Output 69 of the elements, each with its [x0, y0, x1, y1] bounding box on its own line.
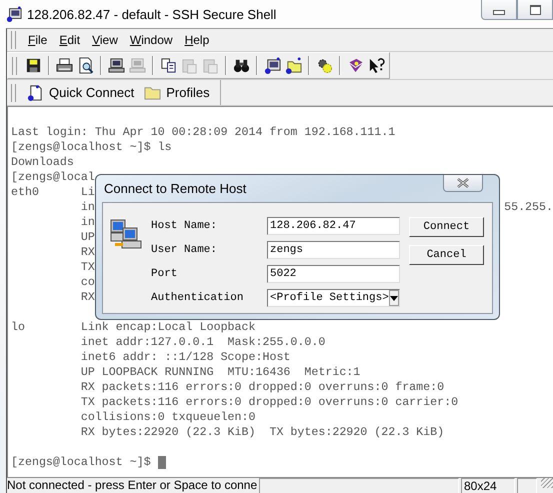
resize-grip-icon[interactable] — [541, 478, 553, 488]
menu-item[interactable]: Window — [124, 33, 179, 47]
app-icon — [6, 6, 22, 22]
menu-item[interactable]: Help — [178, 33, 216, 47]
field-label: Port — [151, 268, 178, 280]
terminal-line: inet addr:127.0.0.1 Mask:255.0.0.0 — [80, 335, 326, 350]
computer-icon — [108, 57, 125, 74]
grip-handle[interactable] — [11, 84, 16, 102]
menu-item[interactable]: File — [22, 33, 54, 47]
field-label: Host Name: — [151, 220, 218, 232]
terminal-line: collisions:0 txqueuelen:0 — [80, 410, 256, 425]
close-icon — [457, 178, 469, 188]
status-message: Not connected - press Enter or Space to conne — [7, 478, 258, 492]
grip-handle[interactable] — [12, 56, 17, 74]
dialog-button[interactable]: Connect — [409, 217, 484, 237]
terminal-line: TX packets:116 errors:0 dropped:0 overruns:0 carrier:0 — [80, 395, 458, 410]
computer-plus-icon — [264, 57, 281, 74]
terminal-line: 55.255. — [504, 200, 553, 215]
gears-icon — [316, 57, 333, 74]
terminal-line: inet6 addr: ::1/128 Scope:Host — [80, 350, 290, 365]
terminal-prompt: [zengs@localhost ~]$ — [11, 455, 152, 470]
terminal-line: lo Link encap:Local Loopback — [11, 320, 256, 335]
terminal-line: [zengs@localhost ~]$ ls — [11, 140, 172, 155]
input-field[interactable]: 5022 — [267, 265, 400, 283]
clipboard-icon — [181, 57, 198, 74]
toolbar-button[interactable] — [283, 55, 304, 76]
dialog-title: Connect to Remote Host — [103, 181, 246, 196]
minimize-button[interactable] — [481, 0, 517, 20]
window-title: 128.206.82.47 - default - SSH Secure Shell — [27, 6, 276, 22]
toolbar-button[interactable] — [262, 55, 283, 76]
terminal-line: RX packets:116 errors:0 dropped:0 overruns:0 frame:0 — [80, 380, 444, 395]
maximize-button[interactable] — [517, 0, 553, 20]
computer-icon — [129, 57, 146, 74]
dialog-button[interactable]: Cancel — [409, 245, 484, 265]
field-label: User Name: — [151, 244, 218, 256]
pointer-question-icon — [368, 57, 385, 74]
field-label: Authentication — [151, 292, 244, 304]
terminal-line: Last login: Thu Apr 10 00:28:09 2014 from 192.168.111.1 — [11, 125, 396, 140]
terminal-line: TX — [80, 260, 95, 275]
folder-plus-icon — [285, 57, 302, 74]
close-button[interactable] — [443, 175, 483, 192]
terminal-line: RX bytes:22920 (22.3 KiB) TX bytes:22920 (22.3 KiB) — [80, 425, 444, 440]
dropdown[interactable]: <Profile Settings> — [267, 289, 400, 307]
terminal-line: in — [80, 200, 95, 215]
toolbar-button[interactable]: Profiles — [139, 84, 215, 101]
copy-icon — [160, 57, 177, 74]
terminal-line: Downloads — [11, 155, 74, 170]
grip-handle[interactable] — [11, 31, 16, 49]
magnifier-page-icon — [77, 57, 94, 74]
terminal-line: RX — [80, 290, 95, 305]
clipboard-icon — [202, 57, 219, 74]
printer-icon — [56, 57, 73, 74]
computers-icon — [110, 219, 142, 249]
input-field[interactable]: zengs — [267, 241, 400, 259]
terminal-line: UP — [80, 230, 95, 245]
terminal-line: UP LOOPBACK RUNNING MTU:16436 Metric:1 — [80, 365, 360, 380]
terminal-size: 80x24 — [461, 478, 515, 493]
terminal-line: RX — [80, 245, 95, 260]
terminal-line: [zengs@local — [11, 170, 95, 185]
input-field[interactable]: 128.206.82.47 — [267, 217, 400, 235]
terminal-line: co — [80, 275, 95, 290]
terminal-line: eth0 Li — [11, 185, 95, 200]
binoculars-icon — [233, 57, 250, 74]
text-cursor — [158, 456, 166, 469]
toolbar-button[interactable]: Quick Connect — [22, 84, 140, 101]
menu-item[interactable]: Edit — [53, 33, 86, 47]
terminal-line: in — [80, 215, 95, 230]
menu-item[interactable]: View — [86, 33, 124, 47]
status-panel — [517, 478, 537, 493]
